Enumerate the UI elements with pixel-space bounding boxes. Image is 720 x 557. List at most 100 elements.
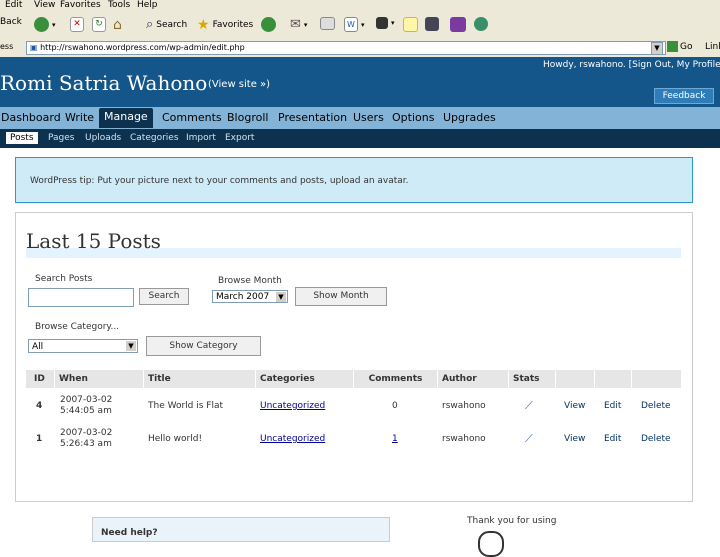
post-id: 1: [36, 434, 43, 444]
favorites-label: Favorites: [212, 20, 254, 30]
th-delete: [632, 370, 681, 388]
submenu-posts[interactable]: Posts: [6, 132, 38, 144]
notes-button[interactable]: [403, 17, 418, 32]
submenu-export[interactable]: Export: [225, 133, 254, 143]
view-site-link[interactable]: (View site »): [208, 79, 270, 90]
url-text: http://rswahono.wordpress.com/wp-admin/e…: [40, 43, 245, 52]
stop-button[interactable]: ✕: [70, 17, 84, 32]
delete-link[interactable]: Delete: [641, 401, 671, 411]
post-category-link[interactable]: Uncategorized: [260, 434, 325, 444]
browse-month-label: Browse Month: [218, 276, 282, 286]
links-label[interactable]: Links: [705, 42, 720, 52]
menu-comments[interactable]: Comments: [162, 111, 222, 124]
menu-users[interactable]: Users: [353, 111, 384, 124]
month-select[interactable]: March 2007 ▼: [212, 290, 288, 303]
url-dropdown-icon[interactable]: ▼: [651, 42, 663, 55]
edit-link[interactable]: Edit: [604, 434, 621, 444]
forward-icon: [34, 17, 49, 32]
home-icon: ⌂: [113, 17, 122, 33]
address-bar: ess ▣ http://rswahono.wordpress.com/wp-a…: [0, 39, 720, 58]
search-button[interactable]: ⌕ Search: [146, 17, 187, 32]
stats-icon[interactable]: ⟋: [525, 399, 533, 413]
wordpress-logo-icon: [478, 531, 504, 557]
tip-box: WordPress tip: Put your picture next to …: [15, 157, 693, 203]
go-button[interactable]: Go: [667, 41, 692, 52]
history-button[interactable]: [261, 17, 276, 32]
post-author: rswahono: [442, 434, 486, 444]
submenu-uploads[interactable]: Uploads: [85, 133, 121, 143]
dropdown-icon: ▾: [52, 20, 56, 29]
show-month-button[interactable]: Show Month: [295, 287, 387, 306]
delete-link[interactable]: Delete: [641, 434, 671, 444]
post-title: Hello world!: [148, 434, 203, 444]
menu-view[interactable]: View: [34, 0, 55, 10]
word-icon: W: [344, 17, 358, 32]
post-date: 2007-03-02: [60, 428, 113, 438]
need-help-text: Need help?: [101, 528, 158, 538]
admin-menu: Dashboard Write Manage Comments Blogroll…: [0, 107, 720, 129]
edit-link[interactable]: Edit: [604, 401, 621, 411]
help-box: Need help?: [92, 517, 390, 542]
home-button[interactable]: ⌂: [113, 17, 122, 33]
menu-write[interactable]: Write: [65, 111, 94, 124]
stop-icon: ✕: [70, 17, 84, 32]
submenu-pages[interactable]: Pages: [48, 133, 74, 143]
mail-button[interactable]: ✉ ▾: [290, 17, 307, 32]
print-button[interactable]: [320, 17, 335, 30]
menu-manage[interactable]: Manage: [99, 108, 153, 128]
menu-dashboard[interactable]: Dashboard: [1, 111, 61, 124]
menu-blogroll[interactable]: Blogroll: [227, 111, 268, 124]
discuss-icon: [376, 17, 388, 29]
refresh-button[interactable]: ↻: [92, 17, 106, 32]
history-icon: [261, 17, 276, 32]
research-icon: [425, 17, 439, 31]
page-title: Last 15 Posts: [26, 229, 161, 253]
post-comments-link[interactable]: 1: [392, 434, 398, 444]
category-select[interactable]: All ▼: [28, 339, 138, 353]
star-icon: ★: [197, 17, 210, 33]
menu-edit[interactable]: Edit: [5, 0, 22, 10]
url-input[interactable]: ▣ http://rswahono.wordpress.com/wp-admin…: [26, 41, 666, 55]
show-category-button[interactable]: Show Category: [146, 336, 261, 356]
menu-upgrades[interactable]: Upgrades: [443, 111, 496, 124]
address-label: ess: [0, 42, 14, 51]
submenu-categories[interactable]: Categories: [130, 133, 179, 143]
search-label: Search: [156, 19, 188, 30]
view-link[interactable]: View: [564, 401, 585, 411]
menu-help[interactable]: Help: [137, 0, 158, 10]
stats-icon[interactable]: ⟋: [525, 432, 533, 446]
menu-tools[interactable]: Tools: [108, 0, 130, 10]
post-date: 2007-03-02: [60, 395, 113, 405]
th-when: When: [55, 370, 143, 388]
menu-favorites[interactable]: Favorites: [60, 0, 101, 10]
month-value: March 2007: [216, 292, 270, 302]
back-button[interactable]: Back: [0, 17, 22, 27]
howdy-text[interactable]: Howdy, rswahono. [Sign Out, My Profile]: [543, 60, 720, 70]
messenger-button[interactable]: [450, 17, 466, 32]
search-posts-label: Search Posts: [35, 274, 93, 284]
post-id: 4: [36, 401, 43, 411]
dropdown-icon: ▾: [361, 20, 365, 29]
forward-button[interactable]: ▾: [34, 17, 56, 32]
buddy-icon: [474, 17, 488, 31]
menu-options[interactable]: Options: [392, 111, 434, 124]
feedback-button[interactable]: Feedback: [654, 88, 714, 104]
submenu-import[interactable]: Import: [186, 133, 216, 143]
browse-category-label: Browse Category...: [35, 322, 120, 332]
go-label: Go: [680, 41, 693, 52]
th-stats: Stats: [509, 370, 555, 388]
buddy-button[interactable]: [474, 17, 488, 31]
refresh-icon: ↻: [92, 17, 106, 32]
thanks-text: Thank you for using: [467, 516, 557, 526]
research-button[interactable]: [425, 17, 439, 31]
menu-presentation[interactable]: Presentation: [278, 111, 347, 124]
table-row: 4 2007-03-02 5:44:05 am The World is Fla…: [26, 391, 681, 421]
post-category-link[interactable]: Uncategorized: [260, 401, 325, 411]
search-posts-button[interactable]: Search: [139, 288, 189, 305]
view-link[interactable]: View: [564, 434, 585, 444]
favorites-button[interactable]: ★ Favorites: [197, 17, 253, 33]
th-edit: [595, 370, 631, 388]
discuss-button[interactable]: ▾: [376, 17, 395, 29]
word-button[interactable]: W ▾: [344, 17, 365, 32]
search-input[interactable]: [28, 288, 134, 307]
